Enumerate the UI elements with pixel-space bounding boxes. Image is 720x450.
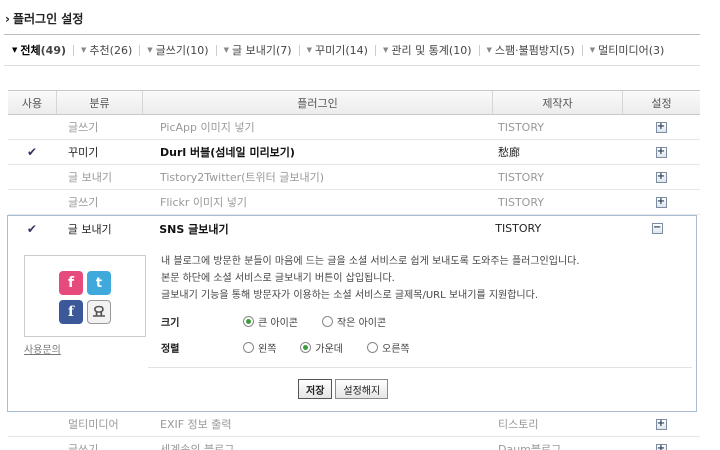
row-maker: Daum블로그 [498,443,562,450]
collapse-toggle-icon[interactable]: − [651,223,663,234]
row-plugin-name[interactable]: SNS 글보내기 [141,221,489,237]
table-row[interactable]: 글쓰기 세계속의 블로그 Daum블로그 + [8,437,700,450]
row-maker: TISTORY [498,170,544,184]
row-category: 글쓰기 [68,196,99,209]
row-category: 멀티미디어 [68,418,119,431]
triangle-down-icon: ▼ [81,46,87,54]
radio-dot-icon [321,316,333,327]
twitter-icon: t [87,271,111,295]
row-plugin-name[interactable]: Tistory2Twitter(트위터 글보내기) [142,169,492,185]
row-maker: TISTORY [495,222,542,235]
triangle-down-icon: ▼ [306,46,312,54]
radio-dot-icon [243,342,254,353]
size-option: 크기 큰 아이콘 작은 아이콘 [161,314,410,329]
row-category: 글 보내기 [68,171,112,184]
category-filter-bar: ▼ 전체 (49) ▼ 추천 (26) ▼ 글쓰기 (10) ▼ 글 보내기 (7) ▼ 꾸미기 (14) ▼… [4,34,700,66]
filter-item[interactable]: ▼ 전체 (49) [12,42,66,58]
filter-item[interactable]: ▼ 글쓰기 (10) [147,42,208,58]
filter-item[interactable]: ▼ 추천 (26) [81,42,132,58]
filter-separator [478,44,480,56]
filter-separator [215,44,217,56]
align-option: 정렬 왼쪽 가운데 오른쪽 [161,340,434,355]
expand-toggle-icon[interactable]: + [655,443,667,450]
filter-item[interactable]: ▼ 꾸미기 (14) [307,42,368,58]
unset-button[interactable]: 설정해지 [335,379,389,399]
table-row[interactable]: 글쓰기 PicApp 이미지 넣기 TISTORY + [8,115,700,140]
header-maker: 제작자 [492,91,622,114]
facebook-icon: f [59,300,83,324]
plugin-table: 사용 분류 플러그인 제작자 설정 글쓰기 PicApp 이미지 넣기 TISTOR… [7,90,700,450]
table-row[interactable]: 글 보내기 Tistory2Twitter(트위터 글보내기) TISTORY + [8,165,700,190]
header-category: 분류 [56,91,142,114]
row-plugin-name[interactable]: Flickr 이미지 넣기 [142,194,492,210]
filter-separator [374,44,376,56]
header-use: 사용 [21,96,43,110]
align-option-label: 정렬 [161,344,180,355]
table-header: 사용 분류 플러그인 제작자 설정 [8,90,700,115]
row-plugin-name[interactable]: Durl 버블(섬네일 미리보기) [142,144,492,160]
triangle-down-icon: ▼ [382,46,389,54]
filter-item[interactable]: ▼ 멀티미디어 (3) [590,42,665,58]
row-maker: TISTORY [498,120,544,134]
enabled-check-icon: ✔ [26,145,38,159]
radio-align-center[interactable]: 가운데 [300,340,343,355]
radio-large-icon[interactable]: 큰 아이콘 [243,314,298,329]
expand-toggle-icon[interactable]: + [655,196,667,208]
filter-item[interactable]: ▼ 관리 및 통계 (10) [383,42,472,58]
radio-dot-icon [367,342,379,353]
filter-separator [298,44,300,56]
row-category: 글 보내기 [67,222,112,236]
table-row[interactable]: ✔ 글 보내기 SNS 글보내기 TISTORY − [8,216,696,241]
row-category: 글쓰기 [68,443,99,450]
radio-small-icon[interactable]: 작은 아이콘 [321,314,386,329]
row-category: 꾸미기 [68,146,99,159]
save-button[interactable]: 저장 [298,379,333,399]
title-arrow-icon: › [5,12,10,26]
row-maker: 티스토리 [498,418,539,431]
expand-toggle-icon[interactable]: + [655,171,667,183]
triangle-down-icon: ▼ [147,46,153,54]
triangle-down-icon: ▼ [223,46,229,54]
table-row[interactable]: 글쓰기 Flickr 이미지 넣기 TISTORY + [8,190,700,215]
usage-inquiry-link[interactable]: 사용문의 [24,341,61,356]
table-row[interactable]: 멀티미디어 EXIF 정보 출력 티스토리 + [8,412,700,437]
plugin-description: 내 블로그에 방문한 분들이 마음에 드는 글을 소셜 서비스로 쉽게 보내도록… [161,256,580,301]
expand-toggle-icon[interactable]: + [655,146,667,158]
filter-item[interactable]: ▼ 스팸·불펌방지 (5) [487,42,575,58]
enabled-check-icon: ✔ [26,221,37,236]
radio-dot-icon [243,316,254,327]
plugin-detail: f t f 요 사용문의 내 블로그에 방문한 분들이 마음에 드는 글을 소셜… [8,241,696,411]
header-settings: 설정 [622,91,700,114]
filter-separator [581,44,583,56]
triangle-down-icon: ▼ [486,46,492,54]
row-plugin-name[interactable]: EXIF 정보 출력 [142,416,492,432]
filter-separator [73,44,75,56]
yozm-icon: 요 [87,300,111,324]
triangle-down-icon: ▼ [589,46,596,54]
detail-divider [148,367,692,368]
plugin-thumbnail: f t f 요 [24,255,146,337]
row-maker: 愁廊 [498,146,520,159]
expand-toggle-icon[interactable]: + [655,121,667,133]
page-title: › 플러그인 설정 [5,12,84,26]
me2day-icon: f [59,271,83,295]
expanded-plugin-panel: ✔ 글 보내기 SNS 글보내기 TISTORY − f t f 요 사용문의 … [7,215,697,412]
table-row[interactable]: ✔ 꾸미기 Durl 버블(섬네일 미리보기) 愁廊 + [8,140,700,165]
expand-toggle-icon[interactable]: + [655,418,667,430]
radio-align-left[interactable]: 왼쪽 [243,340,276,355]
filter-item[interactable]: ▼ 글 보내기 (7) [224,42,292,58]
detail-buttons: 저장 설정해지 [298,379,391,399]
row-maker: TISTORY [498,195,544,209]
triangle-down-icon: ▼ [12,46,18,54]
filter-separator [139,44,141,56]
row-category: 글쓰기 [68,121,99,134]
size-option-label: 크기 [161,318,180,329]
row-plugin-name[interactable]: 세계속의 블로그 [142,441,492,450]
radio-align-right[interactable]: 오른쪽 [367,340,410,355]
header-plugin: 플러그인 [142,91,492,114]
radio-dot-icon [300,342,312,353]
row-plugin-name[interactable]: PicApp 이미지 넣기 [142,119,492,135]
